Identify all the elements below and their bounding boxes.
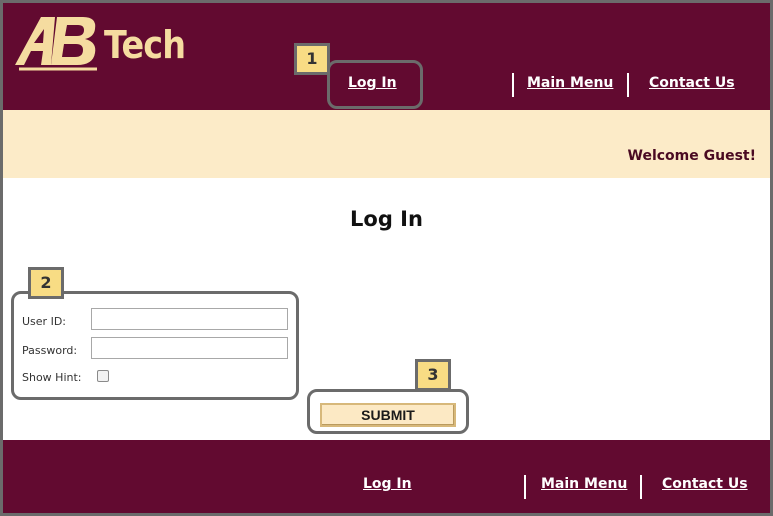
footer-main-menu-link[interactable]: Main Menu	[541, 476, 627, 492]
page-frame: Tech Log In Main Menu Contact Us Welcome…	[0, 0, 773, 516]
header-nav-separator	[627, 73, 629, 97]
page-title: Log In	[350, 207, 423, 231]
footer-contact-us-link[interactable]: Contact Us	[662, 476, 748, 492]
abtech-logo[interactable]: Tech	[11, 11, 186, 73]
header-main-menu-link[interactable]: Main Menu	[527, 75, 613, 91]
callout-1-outline	[327, 60, 423, 109]
callout-3-badge: 3	[415, 359, 451, 391]
header-contact-us-link[interactable]: Contact Us	[649, 75, 735, 91]
footer-login-link[interactable]: Log In	[363, 476, 412, 492]
callout-1-badge: 1	[294, 43, 330, 75]
callout-3-outline	[307, 389, 469, 434]
header-nav-separator	[512, 73, 514, 97]
footer-nav-separator	[524, 475, 526, 499]
site-footer: Log In Main Menu Contact Us	[3, 440, 770, 513]
welcome-message: Welcome Guest!	[627, 148, 756, 164]
callout-2-outline	[11, 291, 299, 400]
welcome-bar: Welcome Guest!	[3, 110, 770, 178]
callout-2-badge: 2	[28, 267, 64, 299]
logo-tech-text: Tech	[104, 23, 186, 67]
ab-logo-mark	[15, 17, 97, 71]
footer-nav-separator	[640, 475, 642, 499]
